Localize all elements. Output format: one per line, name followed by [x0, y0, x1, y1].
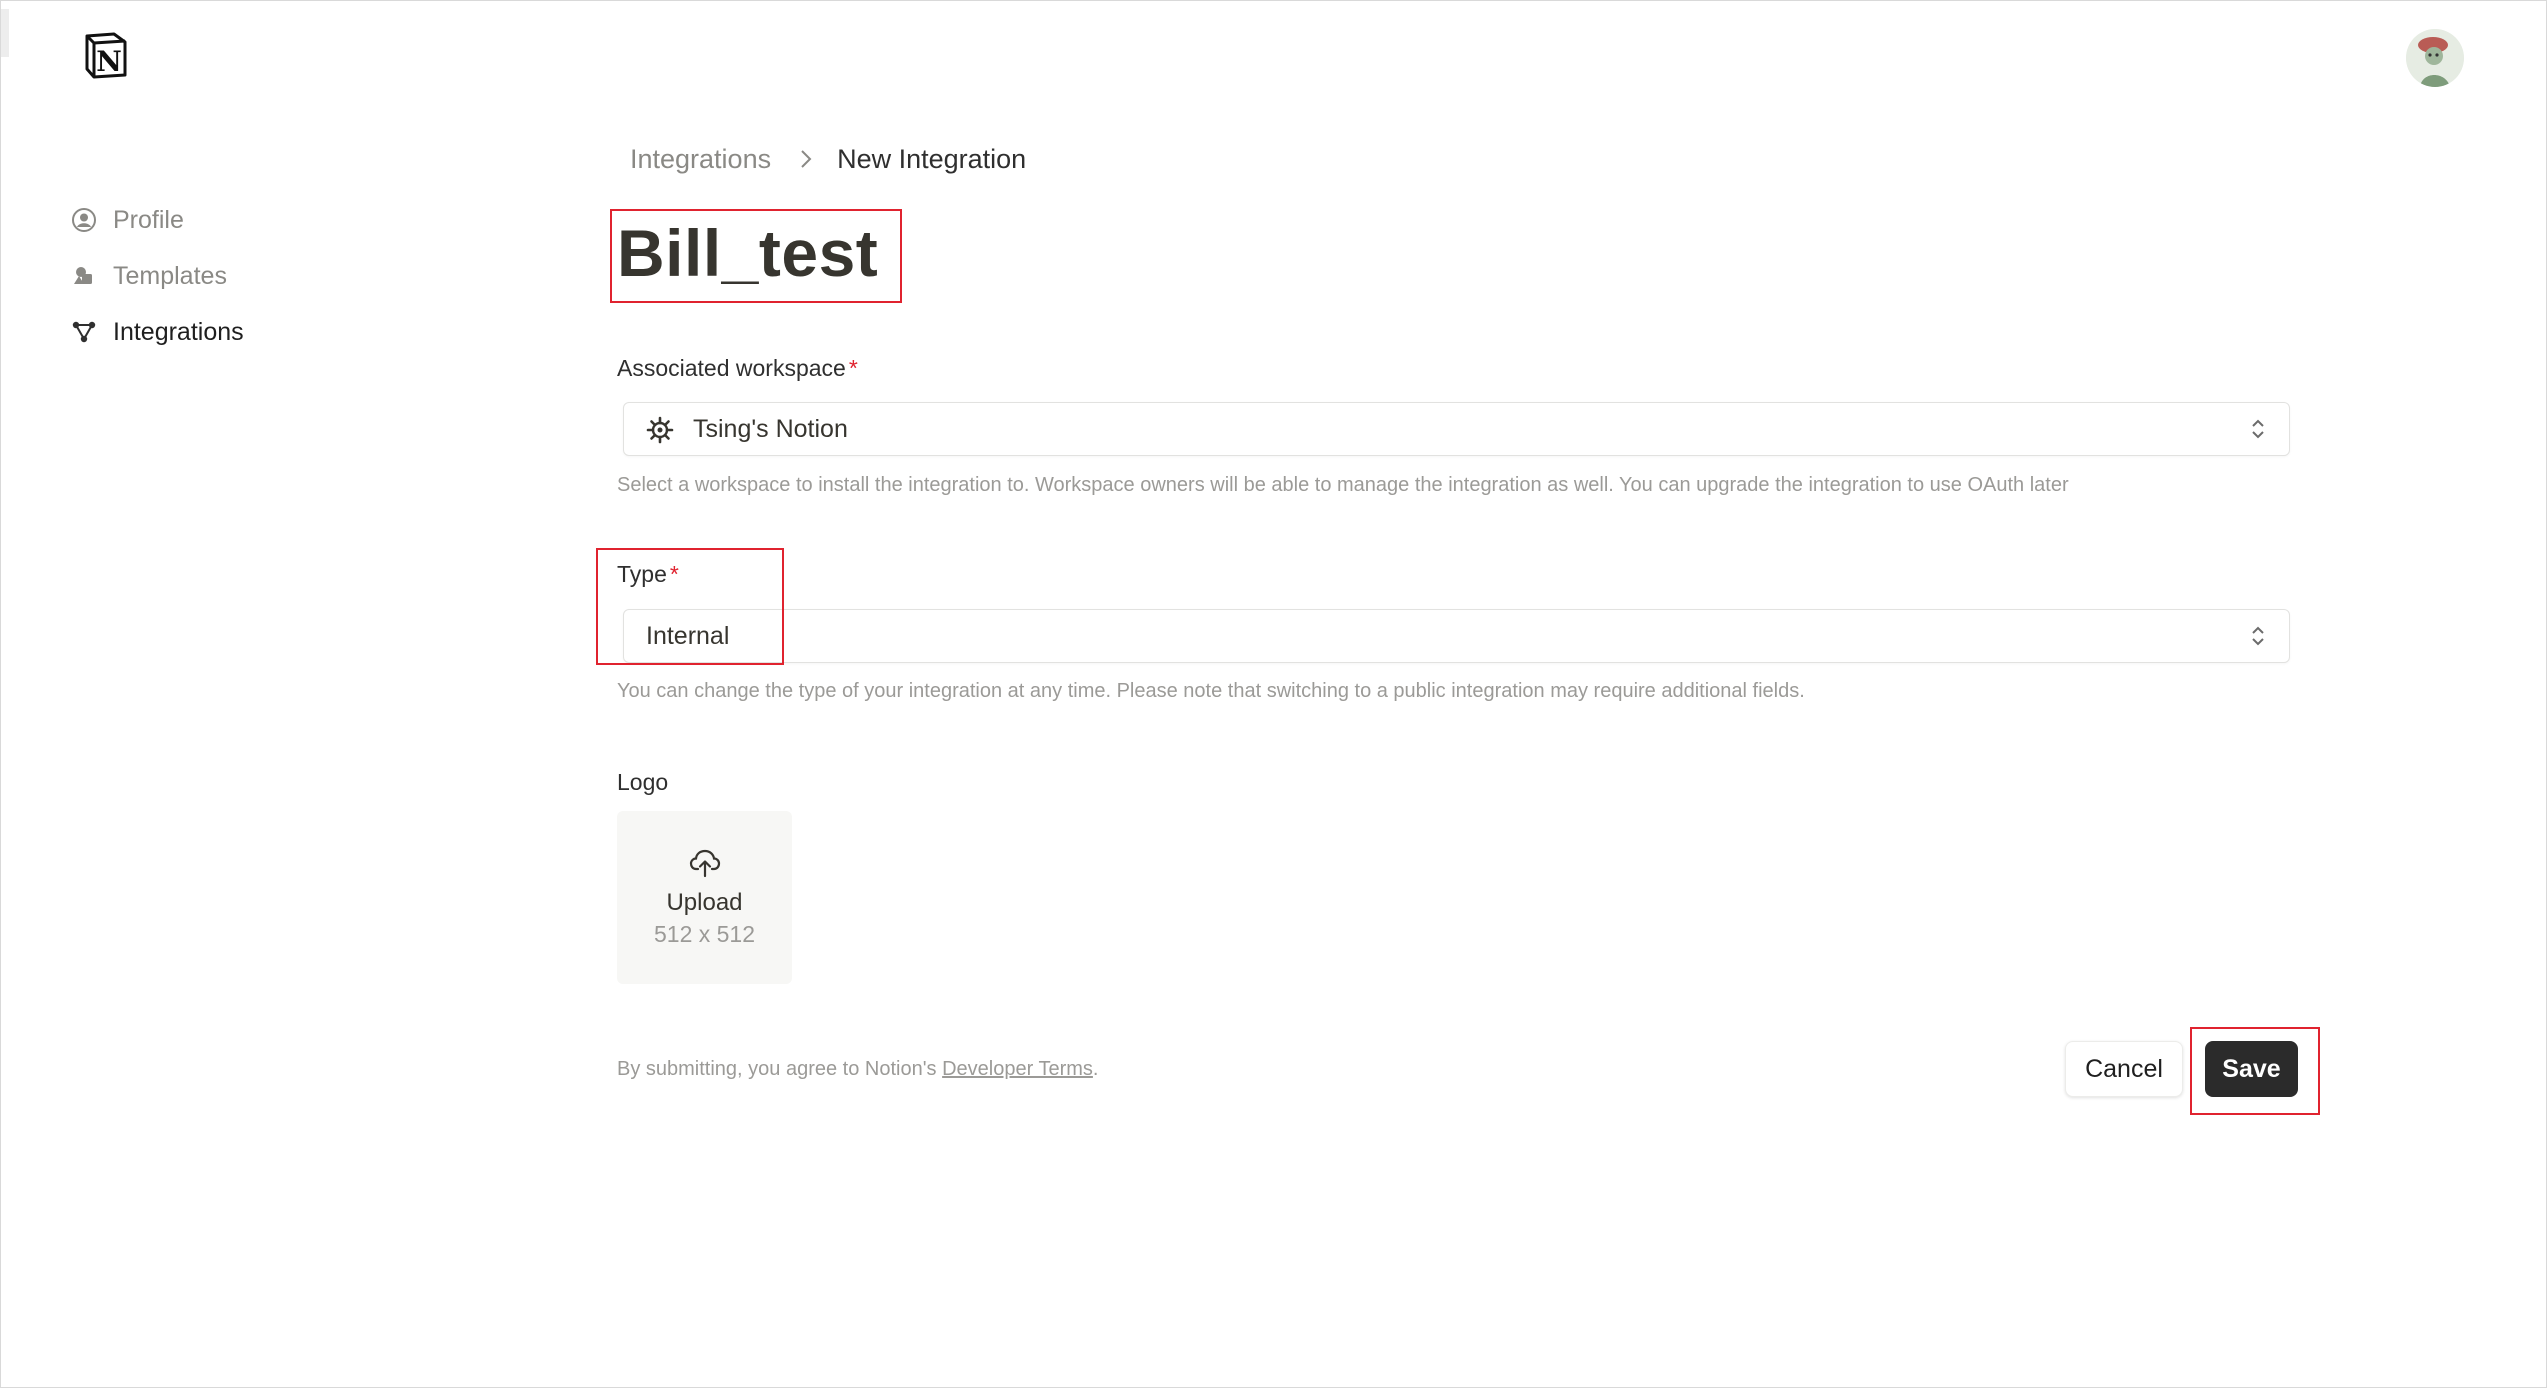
workspace-select-value: Tsing's Notion — [693, 414, 848, 443]
highlight-box-save — [2190, 1027, 2320, 1115]
type-select[interactable]: Internal — [623, 609, 2290, 663]
sidebar-item-templates[interactable]: Templates — [69, 255, 244, 297]
developer-terms-link[interactable]: Developer Terms — [942, 1058, 1093, 1080]
sidebar-item-label: Templates — [113, 261, 227, 290]
chevron-right-icon — [799, 148, 813, 170]
type-help-text: You can change the type of your integrat… — [617, 680, 1805, 702]
cancel-button[interactable]: Cancel — [2065, 1041, 2183, 1097]
integrations-icon — [69, 317, 99, 347]
logo-field-label: Logo — [617, 769, 669, 795]
app-window: N Profile Templates Integrations Integra… — [0, 0, 2547, 1388]
sidebar-item-label: Profile — [113, 205, 184, 234]
terms-prefix: By submitting, you agree to Notion's — [617, 1058, 943, 1080]
terms-text: By submitting, you agree to Notion's Dev… — [617, 1058, 1098, 1081]
cloud-upload-icon — [689, 848, 721, 883]
highlight-box-title — [610, 209, 902, 303]
chevron-updown-icon — [2249, 416, 2267, 447]
user-avatar[interactable] — [2406, 29, 2464, 87]
workspace-icon — [646, 416, 674, 449]
profile-icon — [69, 205, 99, 235]
upload-label: Upload — [666, 888, 743, 916]
sidebar-item-integrations[interactable]: Integrations — [69, 311, 244, 353]
chevron-updown-icon — [2249, 623, 2267, 654]
settings-sidebar: Profile Templates Integrations — [69, 199, 244, 367]
required-mark: * — [848, 355, 858, 381]
sidebar-item-label: Integrations — [113, 317, 244, 346]
breadcrumb-integrations-link[interactable]: Integrations — [630, 144, 771, 175]
sidebar-item-profile[interactable]: Profile — [69, 199, 244, 241]
workspace-select[interactable]: Tsing's Notion — [623, 402, 2290, 456]
terms-suffix: . — [1092, 1058, 1099, 1080]
upload-size-hint: 512 x 512 — [653, 920, 756, 947]
workspace-help-text: Select a workspace to install the integr… — [617, 474, 2069, 496]
logo-upload-button[interactable]: Upload 512 x 512 — [617, 811, 792, 984]
workspace-field-label: Associated workspace * — [617, 355, 858, 382]
breadcrumb: Integrations New Integration — [630, 139, 1026, 179]
workspace-label-text: Associated workspace — [617, 355, 846, 381]
templates-icon — [69, 261, 99, 291]
svg-text:N: N — [96, 45, 122, 78]
breadcrumb-current: New Integration — [837, 143, 1027, 174]
notion-logo-icon[interactable]: N — [82, 31, 130, 79]
window-edge — [1, 9, 9, 57]
highlight-box-type — [596, 548, 784, 665]
